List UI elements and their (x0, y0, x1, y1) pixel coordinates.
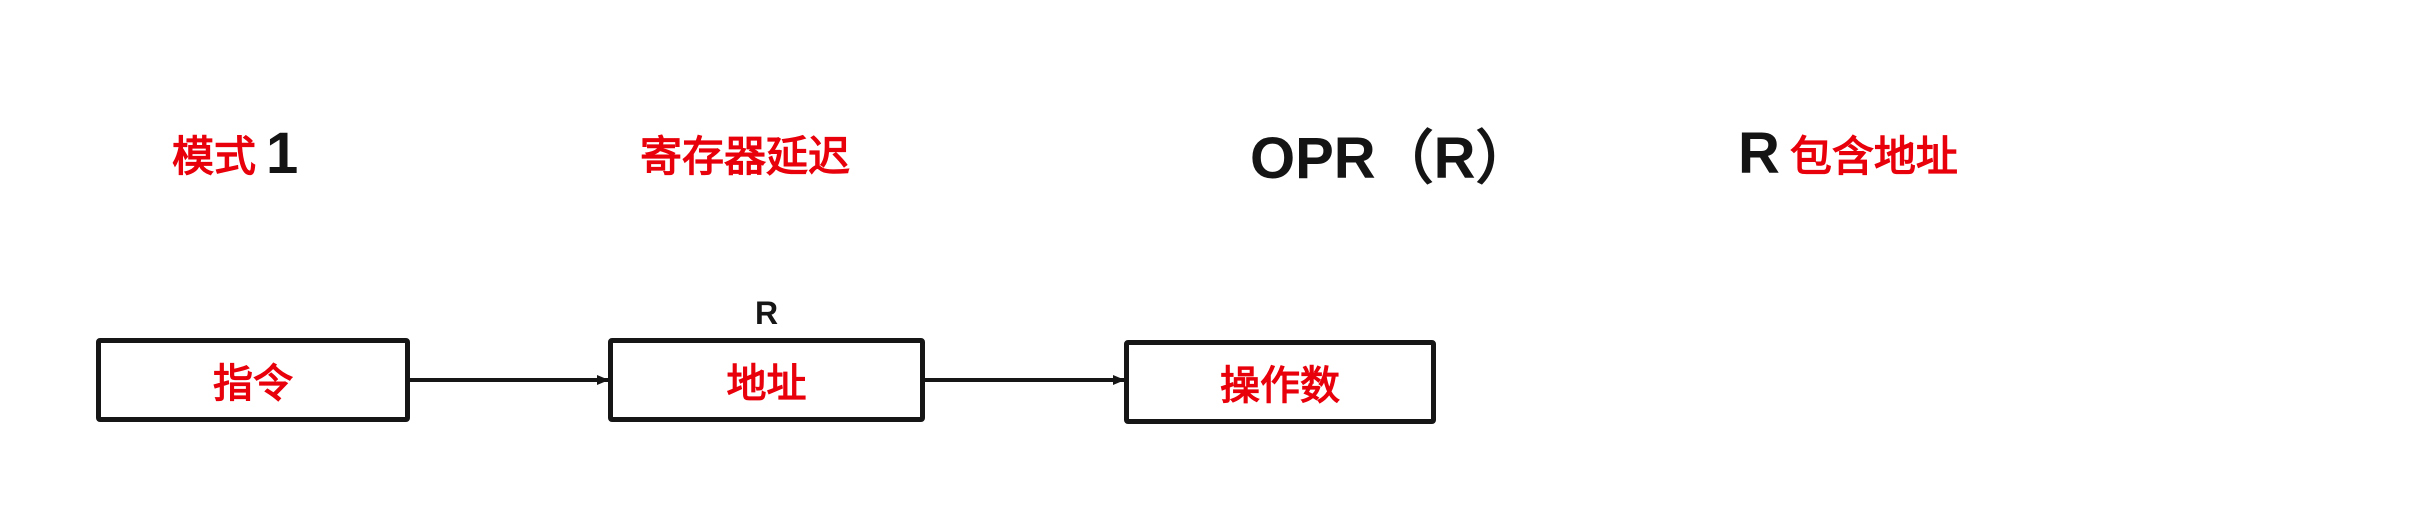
address-box: 地址 (608, 338, 925, 422)
operand-box: 操作数 (1124, 340, 1436, 424)
instruction-label: 指令 (213, 360, 293, 407)
operand-label: 操作数 (1220, 362, 1340, 409)
address-label: 地址 (726, 360, 807, 407)
flow-arrows (410, 375, 1125, 385)
instruction-box: 指令 (96, 338, 410, 422)
